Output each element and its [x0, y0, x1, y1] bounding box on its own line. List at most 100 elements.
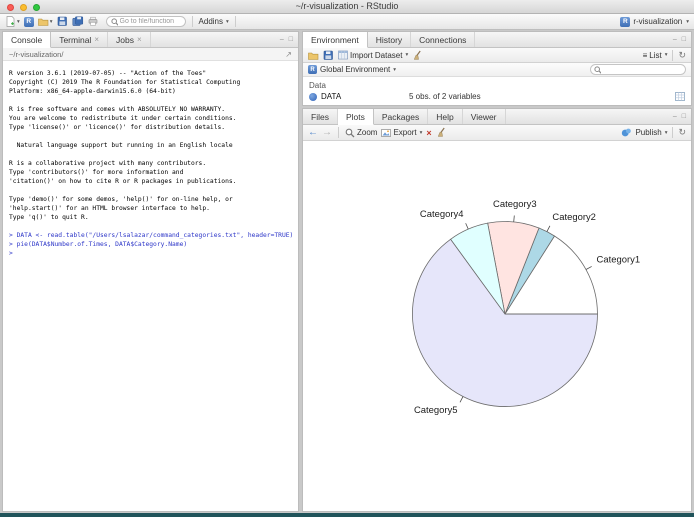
environment-scope-dropdown[interactable]: Global Environment ▾: [320, 65, 396, 74]
console-line: Copyright (C) 2019 The R Foundation for …: [9, 79, 241, 86]
magnifier-icon: [345, 128, 355, 137]
print-button[interactable]: [88, 15, 99, 28]
panel-window-buttons: – □: [280, 32, 298, 47]
scope-label: Global Environment: [320, 65, 391, 74]
tab-viewer[interactable]: Viewer: [463, 109, 506, 124]
toolbar-divider: [234, 16, 236, 27]
environment-search[interactable]: [590, 64, 686, 75]
table-icon: [338, 50, 348, 60]
tab-environment[interactable]: Environment: [303, 32, 368, 48]
tab-label: Terminal: [59, 34, 92, 45]
chevron-down-icon: ▾: [393, 66, 397, 73]
publish-button[interactable]: Publish ▾: [635, 128, 667, 137]
clear-all-plots-button[interactable]: [436, 126, 447, 139]
pie-label-tick: [585, 266, 592, 270]
export-label: Export: [393, 128, 417, 137]
maximize-panel-icon[interactable]: □: [289, 36, 293, 43]
pie-chart: Category1 Category2 Category3 Category4 Cate…: [412, 199, 641, 416]
console-line: 'citation()' on how to cite R or R packa…: [9, 178, 237, 185]
tab-label: Plots: [345, 111, 365, 122]
console-line: > pie(DATA$Number.of.Times, DATA$Categor…: [9, 241, 188, 248]
open-directory-icon[interactable]: ↗: [285, 50, 292, 59]
pie-label-tick: [465, 223, 469, 230]
environment-object-row[interactable]: DATA 5 obs. of 2 variables: [303, 91, 691, 102]
console-line: Platform: x86_64-apple-darwin15.6.0 (64-…: [9, 88, 176, 95]
close-icon[interactable]: ×: [137, 35, 142, 44]
environment-toolbar: Import Dataset ▾ ≡ List ▾ ↻: [303, 48, 691, 63]
chevron-down-icon: ▾: [664, 52, 668, 58]
plots-toolbar: ← → Zoom Export ▾ × Publish ▾ ↻: [303, 125, 691, 141]
save-all-button[interactable]: [72, 15, 84, 28]
open-file-button[interactable]: ▾: [37, 15, 53, 28]
list-mode-label: List: [649, 50, 662, 60]
minimize-panel-icon[interactable]: –: [280, 36, 284, 43]
broom-icon: [414, 50, 421, 60]
pie-label-tick: [546, 225, 551, 232]
tab-files[interactable]: Files: [303, 109, 338, 124]
plots-panel: Files Plots Packages Help Viewer – □ ← →…: [302, 108, 692, 512]
remove-plot-button[interactable]: ×: [426, 128, 431, 138]
tab-jobs[interactable]: Jobs ×: [108, 32, 151, 47]
publish-label: Publish: [635, 128, 662, 137]
environment-view-mode[interactable]: ≡ List ▾: [643, 51, 668, 60]
list-icon: ≡: [642, 50, 648, 60]
goto-file-search[interactable]: [105, 16, 186, 27]
zoom-button[interactable]: Zoom: [345, 128, 377, 138]
chevron-down-icon: ▾: [405, 52, 409, 58]
clear-environment-button[interactable]: [412, 49, 423, 62]
pie-slice-label: Category1: [597, 255, 641, 266]
tab-terminal[interactable]: Terminal ×: [51, 32, 108, 47]
tab-help[interactable]: Help: [428, 109, 463, 124]
previous-plot-button[interactable]: ←: [308, 127, 318, 138]
addins-menu[interactable]: Addins ▾: [199, 17, 229, 26]
new-project-button[interactable]: R: [23, 15, 34, 28]
load-workspace-button[interactable]: [308, 49, 319, 62]
print-icon: [88, 16, 97, 26]
view-data-icon[interactable]: [675, 92, 685, 101]
refresh-plot-icon[interactable]: ↻: [678, 127, 686, 138]
open-folder-icon: [37, 18, 49, 26]
project-switcher[interactable]: R r-visualization ▾: [620, 16, 689, 27]
next-plot-button[interactable]: →: [322, 127, 332, 138]
minimize-panel-icon[interactable]: –: [673, 113, 677, 120]
environment-search-input[interactable]: [603, 66, 682, 73]
chevron-down-icon: ▾: [686, 18, 689, 25]
toolbar-divider: [191, 16, 193, 27]
tab-connections[interactable]: Connections: [411, 32, 476, 47]
console-line: R is free software and comes with ABSOLU…: [9, 106, 226, 113]
new-file-button[interactable]: ▾: [5, 15, 20, 28]
r-environment-icon: R: [308, 65, 317, 74]
titlebar: ~/r-visualization - RStudio: [0, 0, 694, 14]
tab-history[interactable]: History: [368, 32, 412, 47]
tab-label: Environment: [311, 34, 359, 45]
console-output[interactable]: R version 3.6.1 (2019-07-05) -- "Action …: [3, 61, 298, 511]
tab-label: Help: [436, 111, 454, 122]
environment-tabbar: Environment History Connections – □: [303, 32, 691, 48]
refresh-environment-icon[interactable]: ↻: [678, 50, 686, 61]
export-button[interactable]: Export ▾: [381, 128, 422, 138]
close-window-button[interactable]: [7, 4, 14, 11]
save-workspace-button[interactable]: [323, 49, 334, 62]
goto-file-input[interactable]: [119, 18, 181, 25]
maximize-panel-icon[interactable]: □: [682, 113, 686, 120]
fullscreen-window-button[interactable]: [33, 4, 40, 11]
toolbar-divider: [672, 49, 674, 61]
close-icon[interactable]: ×: [94, 35, 99, 44]
minimize-panel-icon[interactable]: –: [673, 36, 677, 43]
maximize-panel-icon[interactable]: □: [682, 36, 686, 43]
console-tabbar: Console Terminal × Jobs × – □: [3, 32, 298, 48]
window-title: ~/r-visualization - RStudio: [295, 1, 399, 11]
tab-packages[interactable]: Packages: [374, 109, 429, 124]
minimize-window-button[interactable]: [20, 4, 27, 11]
plot-area: Category1 Category2 Category3 Category4 Cate…: [303, 141, 691, 511]
console-line: 'help.start()' for an HTML browser inter…: [9, 205, 210, 212]
tab-console[interactable]: Console: [3, 32, 52, 48]
import-dataset-button[interactable]: Import Dataset ▾: [338, 50, 408, 60]
save-button[interactable]: [57, 15, 68, 28]
tab-plots[interactable]: Plots: [337, 109, 374, 125]
tab-label: Console: [11, 34, 43, 45]
pie-slice-label: Category5: [414, 405, 458, 416]
